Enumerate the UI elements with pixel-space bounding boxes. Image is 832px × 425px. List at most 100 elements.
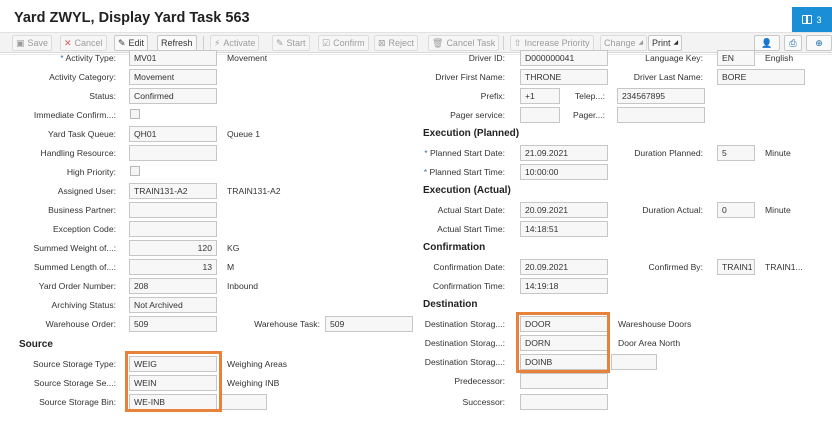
actual-start-date-field[interactable]: 20.09.2021 (520, 202, 608, 218)
driver-id-field[interactable]: D000000041 (520, 50, 608, 66)
summed-length-label: Summed Length of...: (33, 262, 116, 272)
trash-icon: 🗑 (432, 37, 444, 48)
user-icon: 👤 (761, 37, 773, 48)
driver-last-name-field[interactable]: BORE (717, 69, 805, 85)
activate-button[interactable]: ⚡ Activate (210, 35, 260, 51)
high-priority-label: High Priority: (66, 167, 116, 177)
business-partner-field[interactable] (129, 202, 217, 218)
prefix-field[interactable]: +1 (520, 88, 560, 104)
dest-storage-type-desc: Wareshouse Doors (618, 319, 692, 329)
help-icon: ⊕ (815, 37, 823, 48)
divider (0, 54, 832, 55)
change-menu-button[interactable]: Change ◢ (600, 35, 648, 51)
confirmation-time-label: Confirmation Time: (432, 281, 505, 291)
increase-priority-button[interactable]: ⇧ Increase Priority (510, 35, 594, 51)
activate-icon: ⚡ (214, 37, 221, 48)
actual-start-time-field[interactable]: 14:18:51 (520, 221, 608, 237)
summed-length-field[interactable]: 13 (129, 259, 217, 275)
exception-code-label: Exception Code: (52, 224, 116, 234)
source-storage-type-label: Source Storage Type: (33, 359, 116, 369)
warehouse-task-label: Warehouse Task: (254, 319, 320, 329)
caret-down-icon: ◢ (673, 40, 679, 46)
messages-button[interactable]: 3 (792, 7, 832, 32)
duration-actual-field[interactable]: 0 (717, 202, 755, 218)
predecessor-field[interactable] (520, 373, 608, 389)
summed-weight-unit: KG (227, 243, 240, 253)
source-storage-bin-extra-field[interactable] (221, 394, 267, 410)
yard-task-queue-field[interactable]: QH01 (129, 126, 217, 142)
summed-length-unit: M (227, 262, 235, 272)
source-highlight-box (125, 351, 222, 412)
title-bar: Yard ZWYL, Display Yard Task 563 3 (0, 0, 832, 33)
duration-planned-label: Duration Planned: (634, 148, 703, 158)
language-key-field[interactable]: EN (717, 50, 755, 66)
planned-start-time-field[interactable]: 10:00:00 (520, 164, 608, 180)
print-menu-button[interactable]: Print ◢ (648, 35, 683, 51)
duration-planned-unit: Minute (765, 148, 791, 158)
yard-order-number-field[interactable]: 208 (129, 278, 217, 294)
pager-label: Pager...: (572, 110, 605, 120)
activity-type-field[interactable]: MV01 (129, 50, 217, 66)
driver-first-name-field[interactable]: THRONE (520, 69, 608, 85)
duration-planned-field[interactable]: 5 (717, 145, 755, 161)
driver-last-name-label: Driver Last Name: (633, 72, 703, 82)
print-icon-button[interactable]: ⎙ (784, 35, 802, 51)
arrow-up-icon: ⇧ (514, 37, 522, 48)
dest-storage-section-desc: Door Area North (618, 338, 681, 348)
save-icon: ▣ (16, 37, 25, 48)
cancel-task-button[interactable]: 🗑 Cancel Task (428, 35, 500, 51)
start-button[interactable]: ✎ Start (272, 35, 310, 51)
predecessor-label: Predecessor: (454, 376, 505, 386)
business-partner-label: Business Partner: (48, 205, 116, 215)
exception-code-field[interactable] (129, 221, 217, 237)
help-button[interactable]: ⊕ (806, 35, 832, 51)
summed-weight-field[interactable]: 120 (129, 240, 217, 256)
status-field[interactable]: Confirmed (129, 88, 217, 104)
telephone-field[interactable]: 234567895 (617, 88, 705, 104)
warehouse-order-field[interactable]: 509 (129, 316, 217, 332)
source-section-title: Source (19, 339, 53, 350)
activity-type-desc: Movement (227, 53, 268, 63)
successor-label: Successor: (462, 397, 505, 407)
pager-service-field[interactable] (520, 107, 560, 123)
source-storage-section-label: Source Storage Se...: (33, 378, 116, 388)
driver-id-label: Driver ID: (468, 53, 505, 63)
planned-start-date-field[interactable]: 21.09.2021 (520, 145, 608, 161)
summed-weight-label: Summed Weight of...: (33, 243, 116, 253)
caret-down-icon: ◢ (638, 40, 644, 46)
confirmation-date-field[interactable]: 20.09.2021 (520, 259, 608, 275)
confirm-icon: ☑ (322, 37, 331, 48)
cancel-icon: ✕ (64, 37, 72, 48)
activity-type-label: * Activity Type: (60, 53, 116, 63)
confirmation-time-field[interactable]: 14:19:18 (520, 278, 608, 294)
cancel-button[interactable]: ✕ Cancel (60, 35, 107, 51)
actual-start-date-label: Actual Start Date: (437, 205, 505, 215)
dest-storage-bin-extra-field[interactable] (611, 354, 657, 370)
high-priority-checkbox[interactable] (130, 166, 140, 176)
handling-resource-field[interactable] (129, 145, 217, 161)
messages-count: 3 (816, 14, 822, 25)
assigned-user-field[interactable]: TRAIN131-A2 (129, 183, 217, 199)
user-settings-button[interactable]: 👤 (754, 35, 780, 51)
refresh-button[interactable]: Refresh (157, 35, 197, 51)
destination-title: Destination (423, 299, 478, 310)
confirm-button[interactable]: ☑ Confirm (318, 35, 369, 51)
toolbar-separator (503, 36, 504, 50)
confirmed-by-field[interactable]: TRAIN1 (717, 259, 755, 275)
confirmation-title: Confirmation (423, 242, 486, 253)
activity-category-field[interactable]: Movement (129, 69, 217, 85)
immediate-confirm-checkbox[interactable] (130, 109, 140, 119)
edit-button[interactable]: ✎ Edit (114, 35, 149, 51)
save-button[interactable]: ▣ Save (12, 35, 53, 51)
yard-order-number-label: Yard Order Number: (38, 281, 116, 291)
successor-field[interactable] (520, 394, 608, 410)
warehouse-task-field[interactable]: 509 (325, 316, 413, 332)
actual-start-time-label: Actual Start Time: (437, 224, 505, 234)
pager-field[interactable] (617, 107, 705, 123)
book-icon (802, 15, 813, 24)
reject-button[interactable]: ⊠ Reject (374, 35, 419, 51)
execution-planned-title: Execution (Planned) (423, 128, 520, 139)
toolbar: ▣ Save ✕ Cancel ✎ Edit Refresh ⚡ Activate ✎ S… (0, 33, 832, 53)
pencil-icon: ✎ (118, 37, 126, 48)
archiving-status-field[interactable]: Not Archived (129, 297, 217, 313)
